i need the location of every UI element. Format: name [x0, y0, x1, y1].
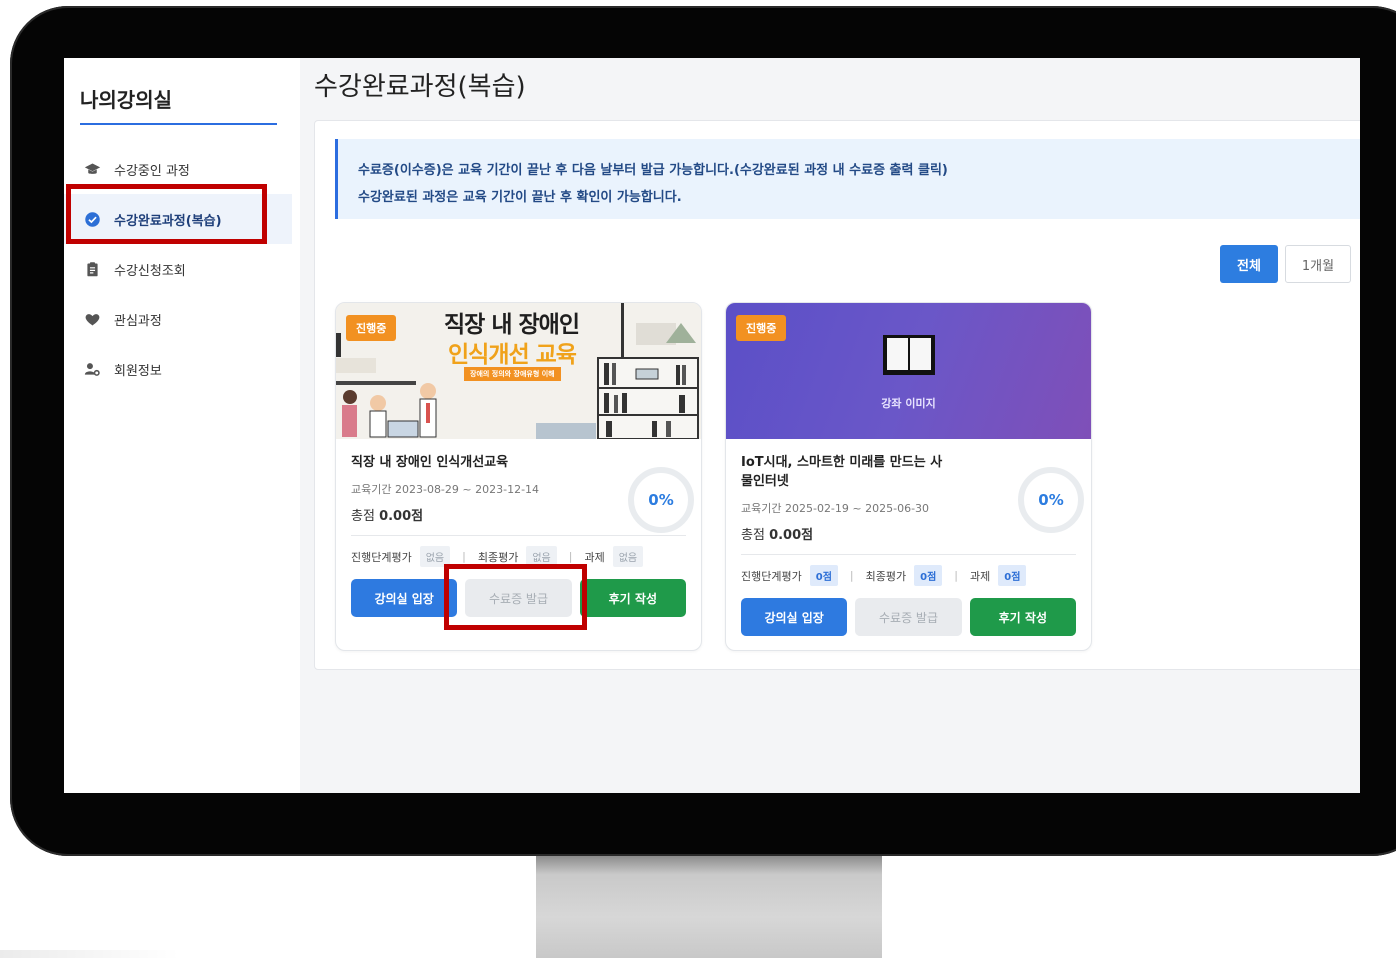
sidebar-item-favorites[interactable]: 관심과정: [64, 294, 300, 344]
page-title: 수강완료과정(복습): [314, 72, 526, 102]
sidebar-item-label: 수강중인 과정: [114, 163, 190, 179]
eval-stage-value: 0점: [809, 565, 838, 586]
score-value: 0.00점: [379, 509, 424, 524]
progress-ring: 0%: [626, 465, 696, 535]
course-thumbnail: 강좌 이미지 진행중: [726, 303, 1091, 439]
sidebar-item-label: 수강완료과정(복습): [114, 213, 222, 229]
eval-final-label: 최종평가: [865, 569, 907, 583]
screen: 나의강의실 수강중인 과정 수강완료과정(복습) 수강신청조회 관심과정 회원정…: [64, 58, 1360, 793]
graduation-cap-icon: [82, 159, 102, 179]
eval-final-value: 없음: [526, 546, 557, 567]
progress-label: 0%: [1038, 491, 1064, 509]
course-panel: 수료증(이수증)은 교육 기간이 끝난 후 다음 날부터 발급 가능합니다.(수…: [314, 120, 1360, 670]
eval-task-value: 없음: [612, 546, 644, 567]
heart-icon: [82, 309, 102, 329]
filter-all-button[interactable]: 전체: [1220, 245, 1278, 283]
issue-certificate-button[interactable]: 수료증 발급: [855, 598, 962, 636]
sidebar-item-completed[interactable]: 수강완료과정(복습): [64, 194, 292, 244]
card-divider: [741, 554, 1076, 555]
card-buttons: 강의실 입장 수료증 발급 후기 작성: [351, 579, 686, 617]
thumbnail-subtitle: 장애의 정의와 장애유형 이해: [464, 367, 561, 381]
notice-box: 수료증(이수증)은 교육 기간이 끝난 후 다음 날부터 발급 가능합니다.(수…: [335, 139, 1360, 219]
eval-task-label: 과제: [970, 569, 991, 583]
write-review-button[interactable]: 후기 작성: [579, 579, 686, 617]
course-title[interactable]: IoT시대, 스마트한 미래를 만드는 사물인터넷: [741, 453, 951, 491]
card-buttons: 강의실 입장 수료증 발급 후기 작성: [741, 598, 1076, 636]
progress-label: 0%: [648, 491, 674, 509]
evaluation-row: 진행단계평가 0점 | 최종평가 0점 | 과제 0점: [741, 565, 1081, 586]
book-icon: [882, 335, 935, 375]
eval-task-value: 0점: [998, 565, 1027, 586]
enter-classroom-button[interactable]: 강의실 입장: [741, 598, 848, 636]
score-value: 0.00점: [769, 528, 814, 543]
thumbnail-caption: 강좌 이미지: [881, 397, 936, 410]
user-settings-icon: [82, 359, 102, 379]
course-title[interactable]: 직장 내 장애인 인식개선교육: [351, 453, 561, 472]
eval-stage-value: 없음: [419, 546, 451, 567]
sidebar-nav: 수강중인 과정 수강완료과정(복습) 수강신청조회 관심과정 회원정보: [64, 144, 300, 394]
sidebar: 나의강의실 수강중인 과정 수강완료과정(복습) 수강신청조회 관심과정 회원정…: [64, 58, 300, 793]
check-circle-icon: [82, 209, 102, 229]
sidebar-item-label: 관심과정: [114, 313, 162, 329]
eval-task-label: 과제: [584, 550, 605, 564]
sidebar-title: 나의강의실: [80, 88, 172, 112]
filter-one-month-button[interactable]: 1개월: [1285, 245, 1351, 283]
course-thumbnail: 진행중 직장 내 장애인 인식개선 교육 장애의 정의와 장애유형 이해: [336, 303, 701, 439]
progress-ring: 0%: [1016, 465, 1086, 535]
eval-final-value: 0점: [914, 565, 943, 586]
eval-stage-label: 진행단계평가: [351, 550, 412, 564]
notice-line: 수강완료된 과정은 교육 기간이 끝난 후 확인이 가능합니다.: [358, 190, 682, 205]
write-review-button[interactable]: 후기 작성: [969, 598, 1076, 636]
course-card: 강좌 이미지 진행중 IoT시대, 스마트한 미래를 만드는 사물인터넷 교육기…: [725, 302, 1092, 651]
course-card: 진행중 직장 내 장애인 인식개선 교육 장애의 정의와 장애유형 이해 직장 …: [335, 302, 702, 651]
floor-shadow: [0, 950, 180, 958]
sidebar-item-registration[interactable]: 수강신청조회: [64, 244, 300, 294]
issue-certificate-button[interactable]: 수료증 발급: [465, 579, 572, 617]
thumbnail-title-line: 인식개선 교육: [448, 342, 577, 368]
score-label: 총점: [351, 509, 375, 524]
monitor-stand: [536, 856, 882, 958]
thumbnail-title-line: 직장 내 장애인: [444, 312, 580, 338]
sidebar-item-label: 회원정보: [114, 363, 162, 379]
sidebar-item-member-info[interactable]: 회원정보: [64, 344, 300, 394]
status-badge: 진행중: [736, 315, 787, 341]
clipboard-icon: [82, 259, 102, 279]
evaluation-row: 진행단계평가 없음 | 최종평가 없음 | 과제 없음: [351, 546, 691, 567]
eval-stage-label: 진행단계평가: [741, 569, 802, 583]
sidebar-item-in-progress[interactable]: 수강중인 과정: [64, 144, 300, 194]
card-divider: [351, 535, 686, 536]
notice-line: 수료증(이수증)은 교육 기간이 끝난 후 다음 날부터 발급 가능합니다.(수…: [358, 163, 948, 178]
score-label: 총점: [741, 528, 765, 543]
status-badge: 진행중: [346, 315, 397, 341]
eval-final-label: 최종평가: [477, 550, 519, 564]
enter-classroom-button[interactable]: 강의실 입장: [351, 579, 458, 617]
sidebar-title-underline: [80, 123, 277, 125]
sidebar-item-label: 수강신청조회: [114, 263, 186, 279]
